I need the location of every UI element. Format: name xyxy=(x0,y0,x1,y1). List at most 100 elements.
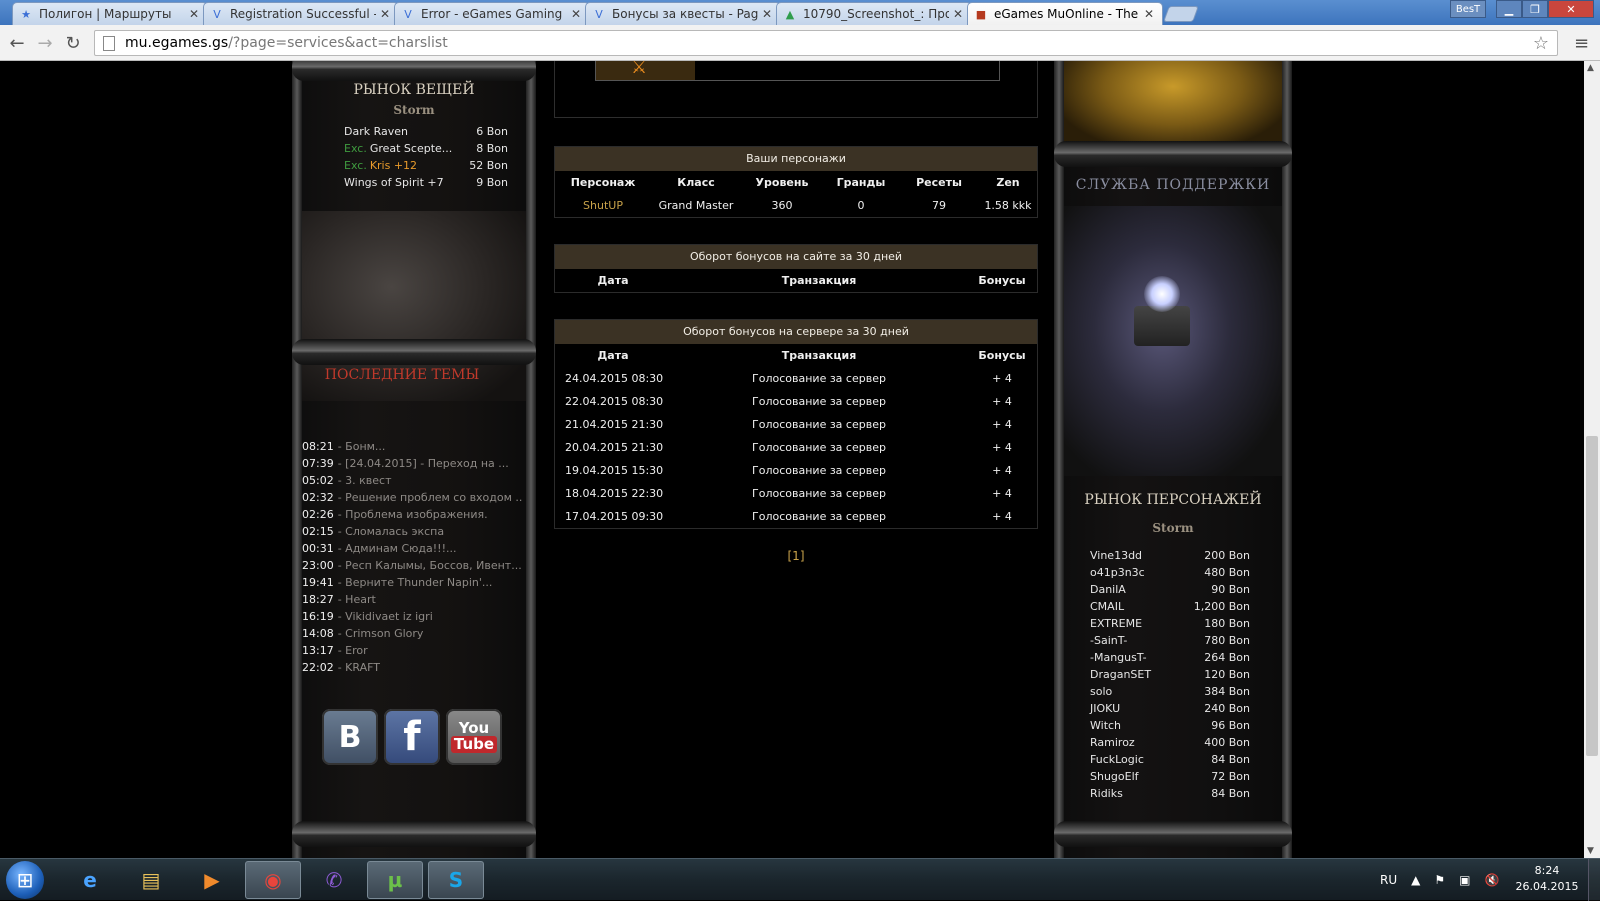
topic-link[interactable]: 05:02- 3. квест xyxy=(302,472,522,489)
character-market-name: DanilA xyxy=(1090,583,1126,596)
clock[interactable]: 8:24 26.04.2015 xyxy=(1512,863,1582,895)
character-market-row[interactable]: Vine13dd 200 Bon xyxy=(1090,547,1250,564)
tab-close-icon[interactable]: ✕ xyxy=(953,7,965,21)
tab-close-icon[interactable]: ✕ xyxy=(571,7,583,21)
forward-arrow-icon[interactable]: → xyxy=(34,32,56,54)
market-item-row[interactable]: Exc. Great Scepte... 8 Bon xyxy=(344,140,508,157)
character-market-row[interactable]: -SainT- 780 Bon xyxy=(1090,632,1250,649)
character-market-row[interactable]: DanilA 90 Bon xyxy=(1090,581,1250,598)
network-icon[interactable]: ▣ xyxy=(1459,873,1470,887)
character-market-row[interactable]: DraganSET 120 Bon xyxy=(1090,666,1250,683)
vk-icon[interactable]: B xyxy=(322,709,378,765)
item-market-title: РЫНОК ВЕЩЕЙ xyxy=(353,82,475,98)
character-market-row[interactable]: JIOKU 240 Bon xyxy=(1090,700,1250,717)
show-desktop-button[interactable] xyxy=(1588,859,1600,901)
browser-tab[interactable]: ▲ 10790_Screenshot_: Прос ✕ xyxy=(776,2,972,25)
page-scrollbar[interactable]: ▲ ▼ xyxy=(1584,61,1600,858)
character-market-row[interactable]: Witch 96 Bon xyxy=(1090,717,1250,734)
taskbar-utorrent-icon[interactable]: µ xyxy=(367,861,423,899)
taskbar-chrome-icon[interactable]: ◉ xyxy=(245,861,301,899)
taskbar-explorer-icon[interactable]: ▤ xyxy=(123,861,179,899)
tab-favicon-icon: V xyxy=(595,7,603,21)
market-item-name: Exc. Kris +12 xyxy=(344,157,417,174)
browser-tab[interactable]: ■ eGames MuOnline - The E ✕ xyxy=(967,2,1163,25)
facebook-icon[interactable]: f xyxy=(384,709,440,765)
scroll-down-icon[interactable]: ▼ xyxy=(1587,846,1594,856)
pagination-link[interactable]: [1] xyxy=(554,549,1038,563)
character-market-row[interactable]: EXTREME 180 Bon xyxy=(1090,615,1250,632)
browser-tab[interactable]: ★ Полигон | Маршруты ✕ xyxy=(12,2,208,25)
volume-muted-icon[interactable]: 🔇 xyxy=(1484,873,1499,887)
character-market-row[interactable]: FuckLogic 84 Bon xyxy=(1090,751,1250,768)
bonus-transaction: Голосование за сервер xyxy=(752,372,886,385)
character-market-row[interactable]: solo 384 Bon xyxy=(1090,683,1250,700)
menu-icon[interactable]: ≡ xyxy=(1574,33,1589,54)
tab-close-icon[interactable]: ✕ xyxy=(189,7,201,21)
character-market-name: Vine13dd xyxy=(1090,549,1143,562)
taskbar-media-player-icon[interactable]: ▶ xyxy=(184,861,240,899)
action-center-flag-icon[interactable]: ⚑ xyxy=(1434,873,1445,887)
tab-close-icon[interactable]: ✕ xyxy=(1144,7,1156,21)
bookmark-star-icon[interactable]: ☆ xyxy=(1533,33,1549,54)
topic-link[interactable]: 13:17- Eror xyxy=(302,642,522,659)
market-item-row[interactable]: Wings of Spirit +7 9 Bon xyxy=(344,174,508,191)
back-arrow-icon[interactable]: ← xyxy=(6,32,28,54)
new-tab-button[interactable] xyxy=(1163,6,1199,22)
tab-close-icon[interactable]: ✕ xyxy=(762,7,774,21)
taskbar-viber-icon[interactable]: ✆ xyxy=(306,861,362,899)
tab-close-icon[interactable]: ✕ xyxy=(380,7,392,21)
profile-badge[interactable]: BesT xyxy=(1450,0,1486,18)
character-market-row[interactable]: o41p3n3c 480 Bon xyxy=(1090,564,1250,581)
taskbar-ie-icon[interactable]: e xyxy=(62,861,118,899)
close-window-button[interactable]: ✕ xyxy=(1548,0,1594,18)
topic-title: - Vikidivaet iz igri xyxy=(337,610,433,623)
character-market-name: ShugoElf xyxy=(1090,770,1139,783)
topic-link[interactable]: 16:19- Vikidivaet iz igri xyxy=(302,608,522,625)
youtube-icon[interactable]: You Tube xyxy=(446,709,502,765)
browser-tab[interactable]: V Registration Successful - e ✕ xyxy=(203,2,399,25)
topic-link[interactable]: 18:27- Heart xyxy=(302,591,522,608)
bonus-date: 17.04.2015 09:30 xyxy=(565,510,664,523)
tray-expand-icon[interactable]: ▲ xyxy=(1411,873,1420,887)
scroll-thumb[interactable] xyxy=(1586,436,1598,756)
start-button[interactable]: ⊞ xyxy=(6,861,44,899)
topic-link[interactable]: 23:00- Респ Калымы, Боссов, Ивент... xyxy=(302,557,522,574)
maximize-button[interactable]: ❐ xyxy=(1522,0,1548,18)
character-market-row[interactable]: CMAIL 1,200 Bon xyxy=(1090,598,1250,615)
language-indicator[interactable]: RU xyxy=(1380,873,1397,887)
taskbar-skype-icon[interactable]: S xyxy=(428,861,484,899)
site-bonus-title: Оборот бонусов на сайте за 30 дней xyxy=(555,245,1037,269)
topic-link[interactable]: 02:26- Проблема изображения. xyxy=(302,506,522,523)
character-market-row[interactable]: ShugoElf 72 Bon xyxy=(1090,768,1250,785)
reload-icon[interactable]: ↻ xyxy=(62,32,84,54)
col-bonus: Бонусы xyxy=(978,349,1026,362)
topic-link[interactable]: 19:41- Верните Thunder Napin'... xyxy=(302,574,522,591)
topic-link[interactable]: 07:39- [24.04.2015] - Переход на ... xyxy=(302,455,522,472)
address-bar[interactable]: mu.egames.gs/?page=services&act=charslis… xyxy=(94,30,1558,56)
market-item-label: Dark Raven xyxy=(344,125,408,138)
bonus-transaction: Голосование за сервер xyxy=(752,395,886,408)
topic-link[interactable]: 02:32- Решение проблем со входом ... xyxy=(302,489,522,506)
browser-tab[interactable]: V Error - eGames Gaming Fo ✕ xyxy=(394,2,590,25)
character-market-row[interactable]: -MangusT- 264 Bon xyxy=(1090,649,1250,666)
character-name-link[interactable]: ShutUP xyxy=(555,194,651,217)
table-row: 17.04.2015 09:30 Голосование за сервер + 4 xyxy=(555,505,1037,528)
bonus-amount: + 4 xyxy=(992,418,1012,431)
frame-border-right xyxy=(526,61,536,858)
col-transaction: Транзакция xyxy=(781,274,857,287)
scroll-up-icon[interactable]: ▲ xyxy=(1587,63,1594,73)
support-title[interactable]: СЛУЖБА ПОДДЕРЖКИ xyxy=(1054,177,1292,193)
browser-tab[interactable]: V Бонусы за квесты - Page ✕ xyxy=(585,2,781,25)
character-market-row[interactable]: Ramiroz 400 Bon xyxy=(1090,734,1250,751)
topic-link[interactable]: 14:08- Crimson Glory xyxy=(302,625,522,642)
topic-link[interactable]: 22:02- KRAFT xyxy=(302,659,522,676)
topic-link[interactable]: 00:31- Админам Сюда!!!... xyxy=(302,540,522,557)
minimize-button[interactable]: ▁ xyxy=(1496,0,1522,18)
market-item-row[interactable]: Exc. Kris +12 52 Bon xyxy=(344,157,508,174)
topic-link[interactable]: 08:21- Бонм... xyxy=(302,438,522,455)
topic-link[interactable]: 02:15- Сломалась экспа xyxy=(302,523,522,540)
url-host: mu.egames.gs xyxy=(125,35,229,51)
table-row: 21.04.2015 21:30 Голосование за сервер + 4 xyxy=(555,413,1037,436)
character-market-row[interactable]: Ridiks 84 Bon xyxy=(1090,785,1250,802)
market-item-row[interactable]: Dark Raven 6 Bon xyxy=(344,123,508,140)
